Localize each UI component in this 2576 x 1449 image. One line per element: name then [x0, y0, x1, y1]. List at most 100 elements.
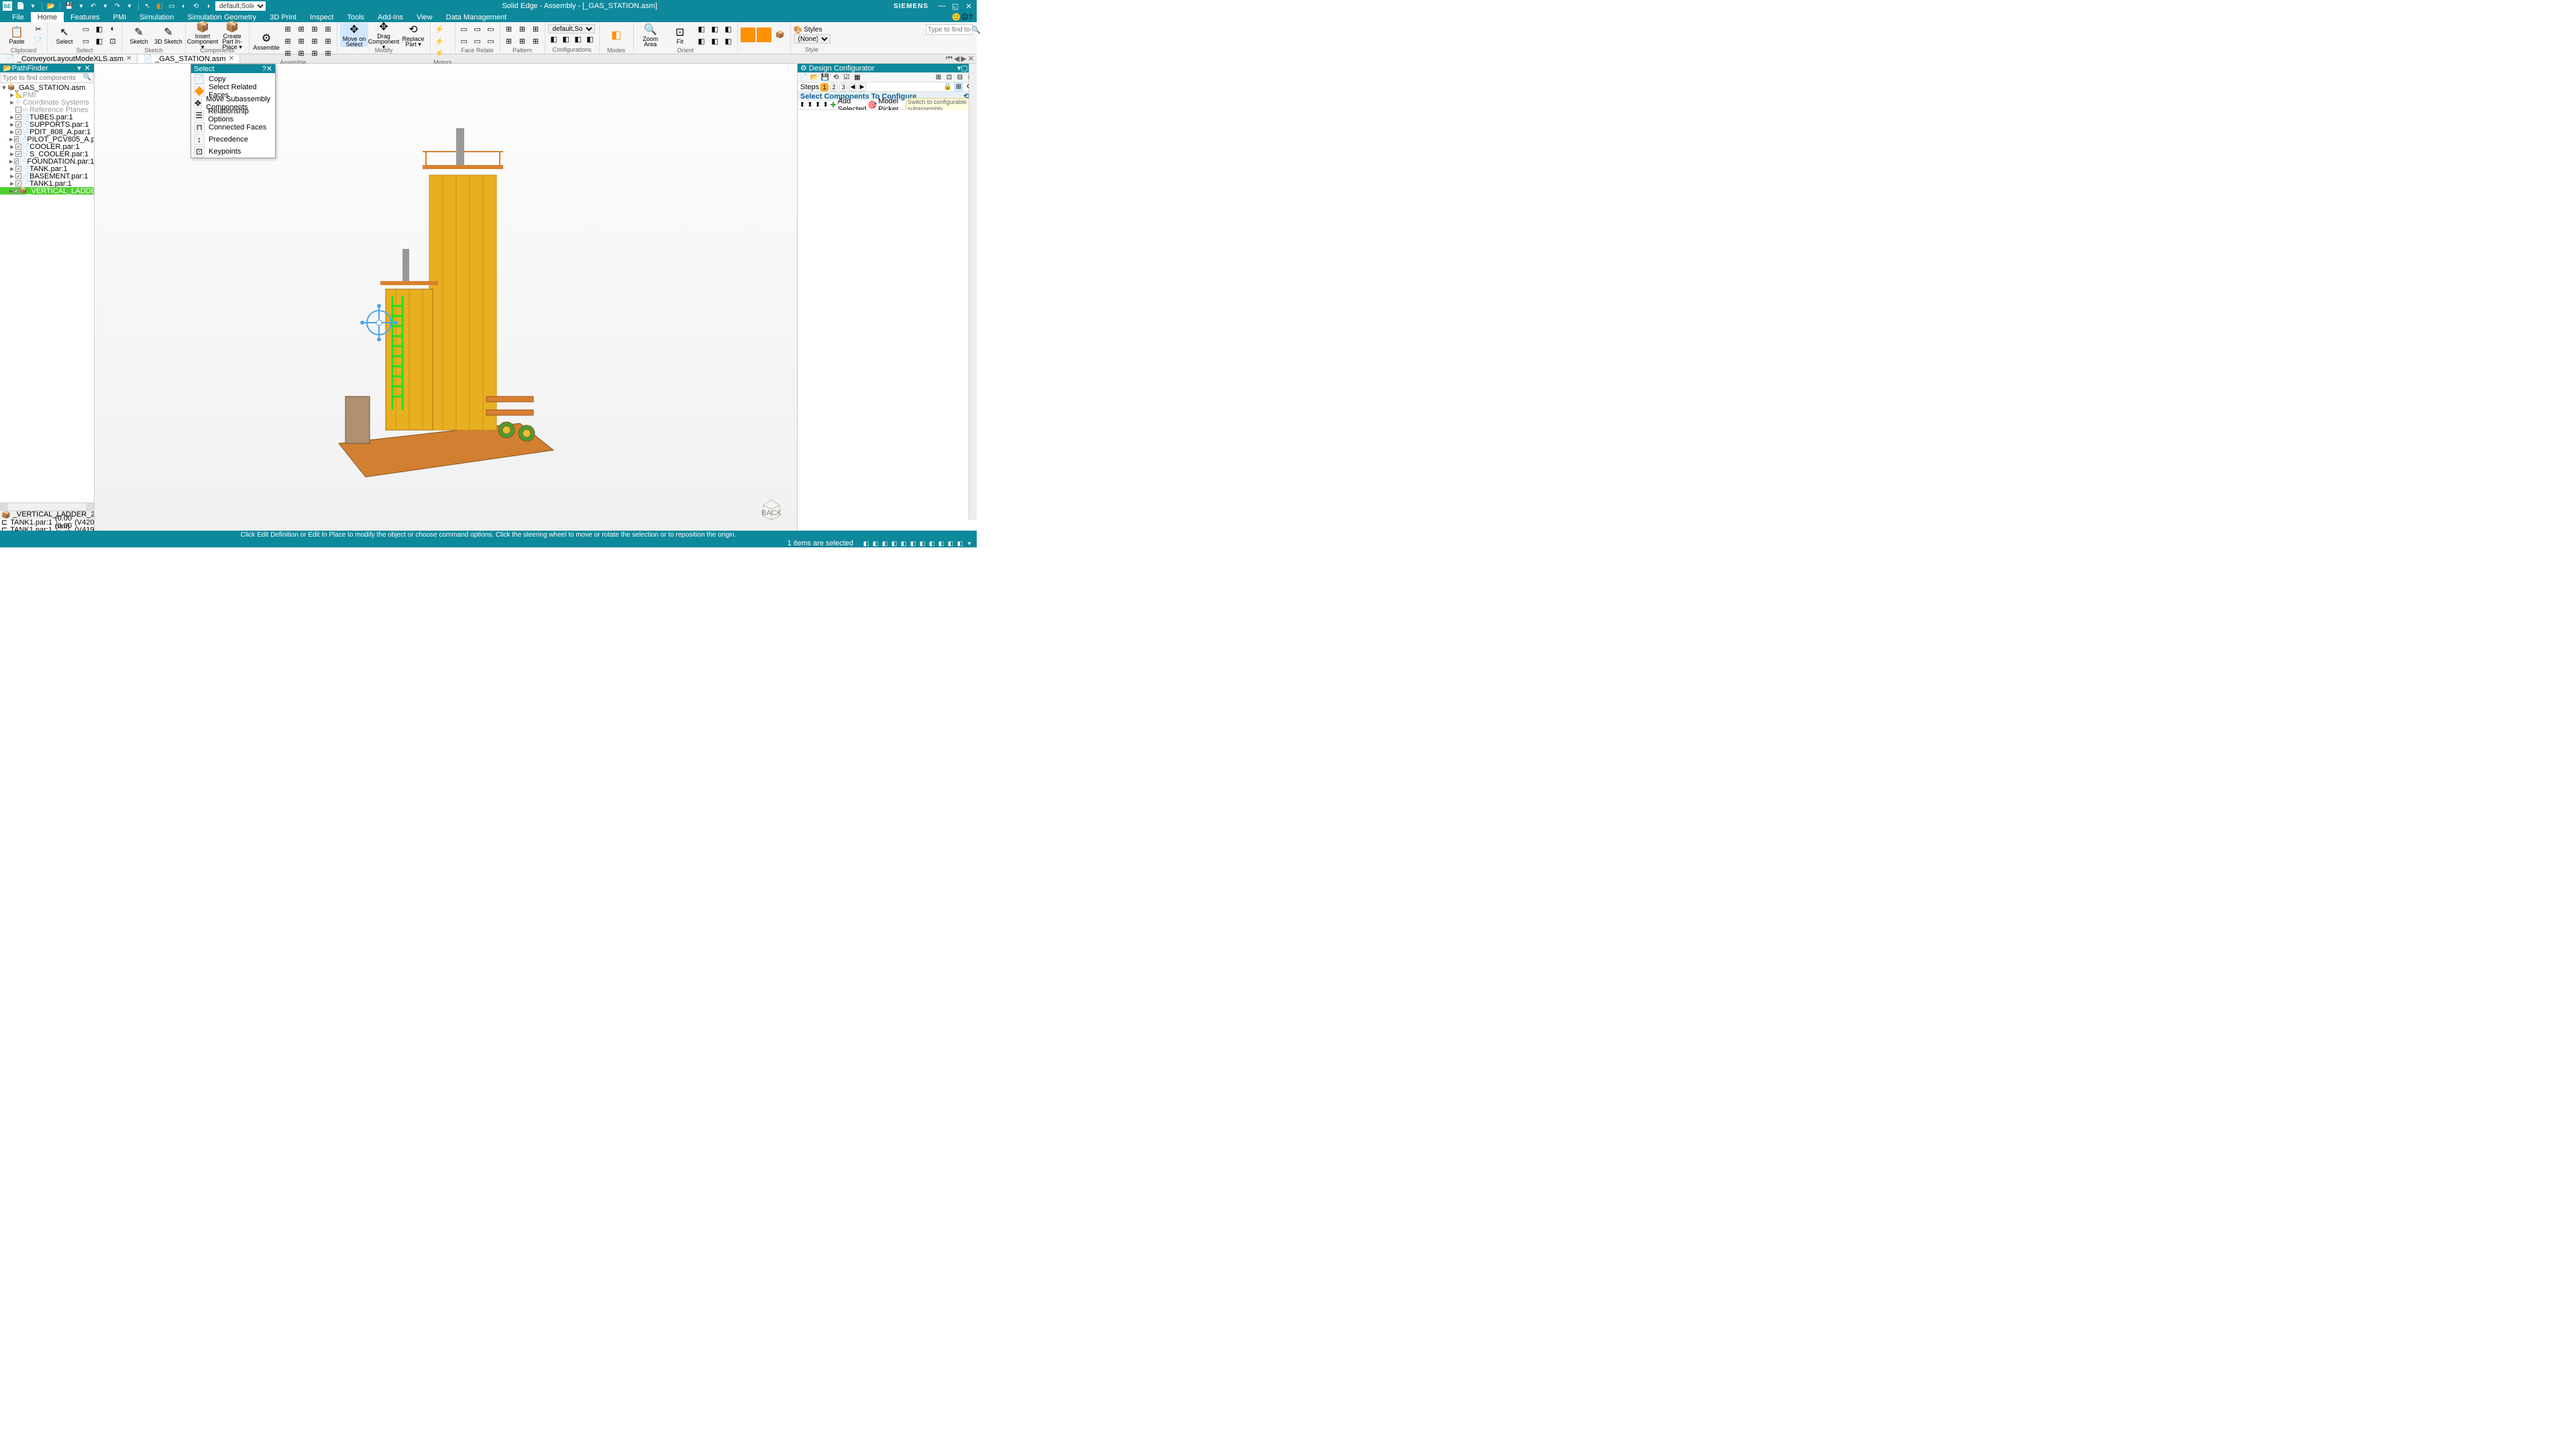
search-icon[interactable]: 🔍: [971, 25, 981, 34]
close-button[interactable]: ✕: [963, 1, 974, 11]
checkbox-icon[interactable]: ✓: [15, 173, 21, 179]
menu-tools[interactable]: Tools: [340, 12, 371, 22]
open-icon[interactable]: 📂: [46, 1, 56, 11]
assemble-tool-icon[interactable]: ⊞: [322, 47, 334, 59]
face-tool-icon[interactable]: ▭: [458, 35, 470, 47]
step-nav[interactable]: ◀: [849, 83, 857, 91]
restore-button[interactable]: ◱: [950, 1, 961, 11]
new-icon[interactable]: 📄: [16, 1, 25, 11]
dc-tool-icon[interactable]: ⊞: [934, 72, 943, 82]
sb-icon[interactable]: ◧: [955, 539, 965, 547]
rotate-icon[interactable]: ⟲: [191, 1, 201, 11]
style-combo-2[interactable]: (None): [794, 34, 830, 44]
color-icon[interactable]: [757, 28, 771, 42]
step-nav[interactable]: ▶: [858, 83, 866, 91]
panel-close-icon[interactable]: ✕: [83, 64, 91, 72]
lock-icon[interactable]: 🔒: [943, 83, 953, 92]
face-tool-icon[interactable]: ▭: [472, 35, 484, 47]
zoom-area-button[interactable]: 🔍Zoom Area: [637, 23, 665, 47]
sb-icon[interactable]: ◧: [936, 539, 946, 547]
select-icon[interactable]: ↖: [143, 1, 152, 11]
dc-tool-icon[interactable]: 📄: [799, 72, 808, 82]
dc-tool-icon[interactable]: ⊟: [955, 72, 965, 82]
checkbox-icon[interactable]: ✓: [15, 166, 21, 172]
select-tool-icon[interactable]: ◧: [93, 23, 105, 35]
sb-icon[interactable]: ◧: [861, 539, 871, 547]
assemble-tool-icon[interactable]: ⊞: [282, 23, 294, 35]
context-menu-item[interactable]: ⊡Keypoints: [191, 146, 275, 158]
checkbox-icon[interactable]: ✓: [14, 136, 19, 142]
redo-icon[interactable]: ↷: [113, 1, 122, 11]
h-scrollbar[interactable]: [0, 502, 94, 511]
orient-tool-icon[interactable]: ◧: [722, 35, 735, 47]
replace-part-button[interactable]: ⟲Replace Part ▾: [399, 23, 427, 47]
context-menu-item[interactable]: ↕Precedence: [191, 133, 275, 146]
tree-item[interactable]: ▸✓📄PDIT_808_A.par:1: [0, 128, 94, 136]
tab-nav-prev-icon[interactable]: ◀: [954, 54, 959, 63]
tab-nav-next-icon[interactable]: ▶: [961, 54, 966, 63]
sb-icon[interactable]: ◧: [871, 539, 880, 547]
select-tool-icon[interactable]: ◐: [107, 23, 119, 35]
step-2[interactable]: 2: [830, 83, 838, 91]
menu-pmi[interactable]: PMI: [107, 12, 133, 22]
right-dock-strip[interactable]: [969, 64, 977, 520]
config-tool-icon[interactable]: ◧: [548, 34, 560, 46]
paste-button[interactable]: 📋Paste: [3, 23, 31, 47]
app-icon[interactable]: SE: [3, 1, 12, 11]
context-menu-item[interactable]: ⊓Connected Faces: [191, 121, 275, 133]
assemble-tool-icon[interactable]: ⊞: [309, 35, 321, 47]
mode-button[interactable]: ◧: [602, 23, 631, 47]
checkbox-icon[interactable]: ✓: [14, 188, 19, 194]
pattern-tool-icon[interactable]: ⊞: [503, 23, 515, 35]
orient-tool-icon[interactable]: ◧: [722, 23, 735, 35]
checkbox-icon[interactable]: ✓: [15, 107, 21, 113]
tree-item[interactable]: ▸✓📄S_COOLER.par:1: [0, 150, 94, 158]
menu-simgeom[interactable]: Simulation Geometry: [180, 12, 263, 22]
pattern-tool-icon[interactable]: ⊞: [517, 35, 529, 47]
sb-icon[interactable]: ◧: [927, 539, 936, 547]
tree-item[interactable]: ▸✓📄TANK1.par:1: [0, 180, 94, 187]
panel-pin-icon[interactable]: ▾: [75, 64, 83, 72]
orient-tool-icon[interactable]: ◧: [696, 35, 708, 47]
tree-item[interactable]: ▸✓📦_VERTICAL_LADDER_2024.asm:: [0, 187, 94, 195]
filter-icon[interactable]: ⬍: [814, 101, 821, 110]
undo-icon[interactable]: ↶: [89, 1, 98, 11]
dropdown-icon[interactable]: ▾: [76, 1, 86, 11]
step-1[interactable]: 1: [820, 83, 828, 91]
motor-icon[interactable]: ⚡: [433, 47, 445, 59]
checkbox-icon[interactable]: ✓: [15, 129, 21, 135]
select-tool-icon[interactable]: ▭: [80, 35, 92, 47]
tab-nav-first-icon[interactable]: ⏮: [946, 54, 953, 63]
checkbox-icon[interactable]: ✓: [15, 144, 21, 150]
insert-component-button[interactable]: 📦Insert Component ▾: [189, 23, 217, 47]
checkbox-icon[interactable]: ✓: [15, 114, 21, 120]
menu-inspect[interactable]: Inspect: [303, 12, 340, 22]
feedback-happy-icon[interactable]: 🙂: [952, 13, 961, 21]
sb-icon[interactable]: ◧: [890, 539, 899, 547]
sketch-button[interactable]: ✎Sketch: [125, 23, 153, 47]
select-tool-icon[interactable]: ◧: [93, 35, 105, 47]
face-tool-icon[interactable]: ▭: [485, 35, 497, 47]
menu-datamgmt[interactable]: Data Management: [439, 12, 514, 22]
config-tool-icon[interactable]: ◧: [560, 34, 572, 46]
move-on-select-button[interactable]: ✥Move on Select: [340, 23, 368, 47]
style-combo[interactable]: default,Solid Edge: [215, 1, 266, 11]
fit-button[interactable]: ⊡Fit: [666, 23, 694, 47]
sb-icon[interactable]: ◧: [908, 539, 918, 547]
copy-icon[interactable]: 📄: [32, 35, 44, 47]
menu-features[interactable]: Features: [64, 12, 106, 22]
checkbox-icon[interactable]: ✓: [15, 151, 21, 157]
create-part-button[interactable]: 📦Create Part In-Place ▾: [218, 23, 246, 47]
styles-icon[interactable]: 🎨: [794, 25, 803, 34]
face-tool-icon[interactable]: ▭: [472, 23, 484, 35]
close-icon[interactable]: ✕: [126, 55, 131, 62]
panel-pin-icon[interactable]: ▢: [961, 64, 967, 72]
motor-icon[interactable]: ⚡: [433, 35, 445, 47]
pattern-tool-icon[interactable]: ⊞: [530, 23, 542, 35]
menu-file[interactable]: File: [5, 12, 31, 22]
shaded-icon[interactable]: ◧: [155, 1, 164, 11]
expand-icon[interactable]: ⊞: [954, 83, 963, 92]
menu-home[interactable]: Home: [31, 12, 64, 22]
checkbox-icon[interactable]: ✓: [14, 158, 19, 164]
assemble-tool-icon[interactable]: ⊞: [295, 35, 307, 47]
